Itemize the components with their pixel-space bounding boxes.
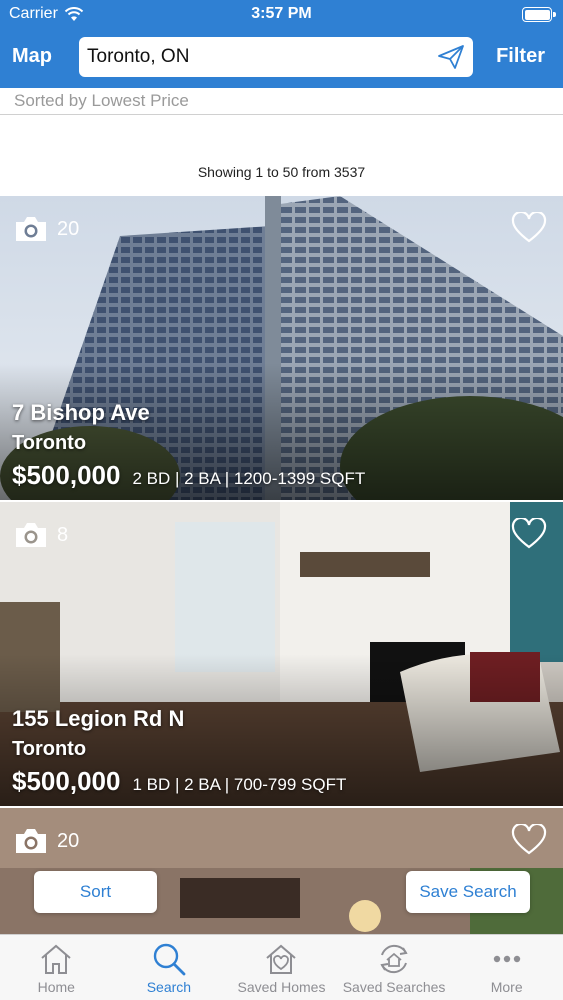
listing-price-row: $500,000 1 BD | 2 BA | 700-799 SQFT [12, 766, 346, 797]
listing-city: Toronto [12, 738, 87, 760]
heart-icon[interactable] [511, 212, 547, 244]
sort-info-bar: Sorted by Lowest Price [0, 88, 563, 115]
saved-searches-icon [380, 944, 408, 974]
tab-search[interactable]: Search [113, 935, 226, 1000]
search-box[interactable] [79, 37, 473, 77]
tab-more[interactable]: More [450, 935, 563, 1000]
listing-city: Toronto [12, 432, 87, 454]
listing-card[interactable]: 8 155 Legion Rd N Toronto $500,000 1 BD … [0, 502, 563, 806]
listing-price: $500,000 [12, 460, 121, 490]
tab-home-label: Home [37, 979, 75, 995]
tab-home[interactable]: Home [0, 935, 113, 1000]
search-input[interactable] [87, 46, 427, 68]
sort-button[interactable]: Sort [34, 871, 157, 913]
tab-saved-homes[interactable]: Saved Homes [225, 935, 338, 1000]
clock: 3:57 PM [251, 5, 312, 22]
heart-icon[interactable] [511, 824, 547, 856]
tab-search-label: Search [146, 979, 192, 995]
listing-address: 155 Legion Rd N [12, 706, 185, 731]
camera-icon [16, 523, 46, 547]
camera-icon [16, 217, 46, 241]
status-bar: Carrier 3:57 PM [0, 0, 563, 30]
listing-details: 1 BD | 2 BA | 700-799 SQFT [132, 775, 347, 794]
photo-count: 20 [13, 826, 79, 856]
listing-details: 2 BD | 2 BA | 1200-1399 SQFT [132, 469, 366, 488]
sort-info-label: Sorted by Lowest Price [14, 91, 189, 110]
nav-bar: Map Filter [0, 37, 563, 77]
search-icon [153, 943, 186, 976]
listing-card[interactable]: 20 7 Bishop Ave Toronto $500,000 2 BD | … [0, 196, 563, 500]
tab-saved-homes-label: Saved Homes [237, 979, 326, 995]
tab-more-label: More [490, 979, 523, 995]
photo-count: 8 [13, 520, 68, 550]
send-icon[interactable] [437, 44, 465, 70]
save-search-button[interactable]: Save Search [406, 871, 530, 913]
map-button[interactable]: Map [12, 45, 52, 68]
listing-price-row: $500,000 2 BD | 2 BA | 1200-1399 SQFT [12, 460, 365, 491]
tab-saved-searches[interactable]: Saved Searches [338, 935, 451, 1000]
home-icon [41, 944, 71, 974]
tab-bar: Home Search Saved Homes Saved Searches M… [0, 934, 563, 1000]
photo-count: 20 [13, 214, 79, 244]
battery-icon [522, 7, 556, 22]
photo-count-value: 20 [57, 829, 80, 852]
photo-count-value: 20 [57, 217, 80, 240]
photo-count-value: 8 [57, 523, 69, 546]
saved-homes-icon [266, 944, 297, 974]
filter-button[interactable]: Filter [496, 45, 545, 68]
listing-price: $500,000 [12, 766, 121, 796]
listing-address: 7 Bishop Ave [12, 400, 150, 425]
more-icon [493, 955, 520, 963]
results-count: Showing 1 to 50 from 3537 [197, 164, 366, 180]
heart-icon[interactable] [511, 518, 547, 550]
camera-icon [16, 829, 46, 853]
tab-saved-searches-label: Saved Searches [342, 979, 446, 995]
header: Carrier 3:57 PM Map Filter [0, 0, 563, 88]
